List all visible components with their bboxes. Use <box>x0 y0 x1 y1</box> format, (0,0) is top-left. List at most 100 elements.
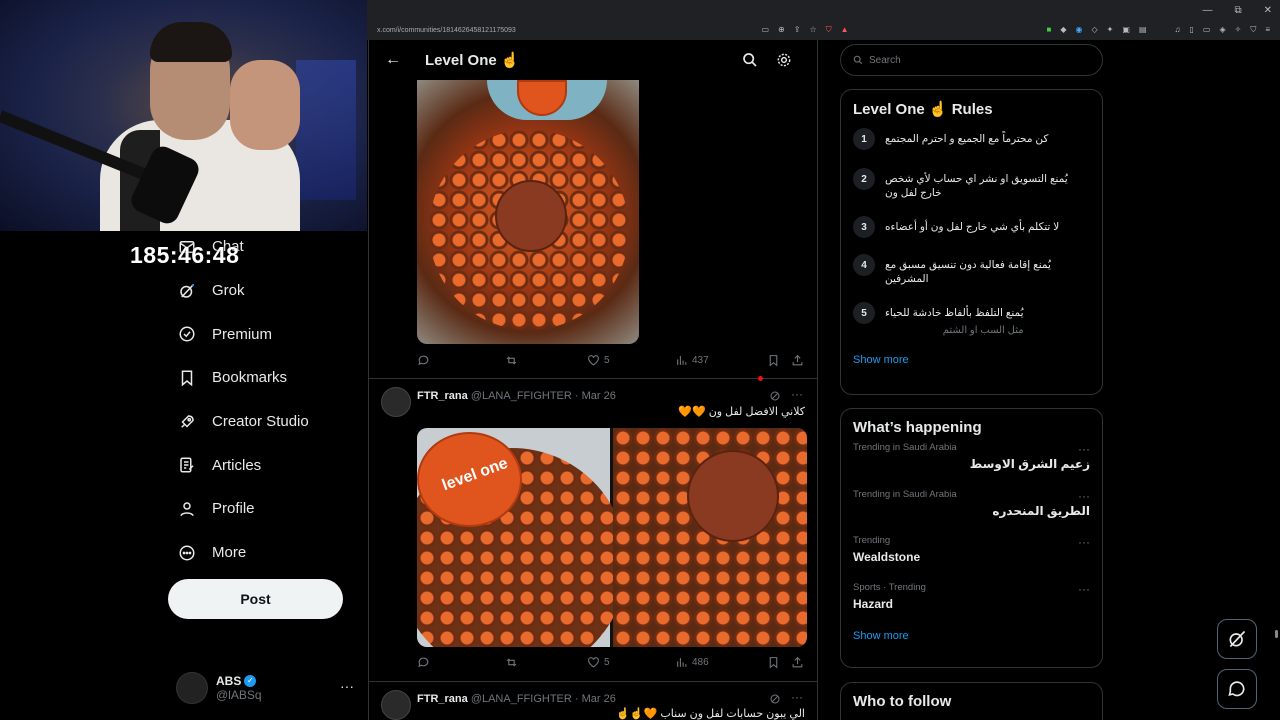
post-more-icon[interactable]: ··· <box>791 690 803 704</box>
extension-icon[interactable]: ◈ <box>1219 25 1225 35</box>
account-more-icon[interactable]: ··· <box>340 678 354 694</box>
author-name[interactable]: FTR_rana <box>417 390 468 402</box>
scrollbar-thumb[interactable] <box>1275 630 1278 638</box>
views-button[interactable]: 437 <box>675 354 767 367</box>
music-icon[interactable]: ♫ <box>1175 25 1181 35</box>
grok-floating-button[interactable] <box>1217 619 1257 659</box>
star-icon[interactable]: ☆ <box>809 25 816 35</box>
trend-more-icon[interactable]: ··· <box>1078 442 1090 456</box>
share-icon[interactable]: ⇪ <box>794 25 801 35</box>
avatar[interactable] <box>381 690 411 720</box>
shield-icon[interactable]: ⛉ <box>826 25 832 35</box>
rule-item[interactable]: 5 يُمنع التلفظ بألفاظ خادشة للحياء مثل ا… <box>841 302 1102 348</box>
nav-grok[interactable]: Grok <box>170 269 360 313</box>
reply-icon[interactable] <box>417 354 505 367</box>
like-button[interactable]: 5 <box>587 656 675 669</box>
extension-icon[interactable]: ◇ <box>1092 25 1098 35</box>
bookmark-icon[interactable] <box>767 354 791 367</box>
messages-floating-button[interactable] <box>1217 669 1257 709</box>
settings-gear-icon[interactable] <box>767 52 801 68</box>
post-image[interactable] <box>613 428 807 647</box>
close-window-button[interactable]: ✕ <box>1264 5 1272 16</box>
rule-item[interactable]: 3 لا تتكلم بأي شي خارج لفل ون أو أعضاءه <box>841 216 1102 254</box>
sidebar-icon[interactable]: ▯ <box>1190 25 1194 35</box>
nav-label: Profile <box>212 500 255 518</box>
post-date[interactable]: · Mar 26 <box>575 693 616 705</box>
post-more-icon[interactable]: ··· <box>791 387 803 401</box>
share-icon[interactable] <box>791 656 804 669</box>
leo-icon[interactable]: ✧ <box>1235 25 1242 35</box>
trend-item[interactable]: Trending in Saudi Arabia الطريق المنحدره… <box>841 489 1102 536</box>
wallet-icon[interactable]: ▭ <box>1203 25 1211 35</box>
trend-more-icon[interactable]: ··· <box>1078 489 1090 503</box>
account-switcher[interactable]: ABS ✓ @lABSq ··· <box>176 668 366 708</box>
post-date[interactable]: · Mar 26 <box>575 390 616 402</box>
nav-premium[interactable]: Premium <box>170 312 360 356</box>
post-actions: 5 486 <box>417 656 807 669</box>
minimize-button[interactable]: — <box>1202 5 1212 16</box>
like-button[interactable]: 5 <box>587 354 675 367</box>
trend-title: Hazard <box>853 596 894 611</box>
search-input[interactable]: Search <box>840 44 1103 76</box>
address-bar[interactable]: x.com/i/communities/1814626458121175093 <box>377 27 516 34</box>
trend-item[interactable]: Sports · Trending Hazard ··· <box>841 582 1102 629</box>
vpn-icon[interactable]: ⛉ <box>1250 25 1256 35</box>
extension-icon[interactable]: ▣ <box>1122 25 1130 35</box>
cast-icon[interactable]: ▭ <box>761 25 769 35</box>
rewards-icon[interactable]: ▲ <box>841 25 849 35</box>
rules-show-more-link[interactable]: Show more <box>841 354 1102 366</box>
reply-icon[interactable] <box>417 656 505 669</box>
trends-show-more-link[interactable]: Show more <box>841 630 1102 642</box>
nav-more[interactable]: More <box>170 531 360 575</box>
nav-creator-studio[interactable]: Creator Studio <box>170 400 360 444</box>
bookmark-icon[interactable] <box>767 656 791 669</box>
author-name[interactable]: FTR_rana <box>417 693 468 705</box>
nav-label: Creator Studio <box>212 413 309 431</box>
more-circle-icon <box>179 545 195 561</box>
extension-icon[interactable]: ◉ <box>1076 25 1083 35</box>
nav-articles[interactable]: Articles <box>170 443 360 487</box>
grok-icon[interactable] <box>769 390 781 402</box>
nav-label: Bookmarks <box>212 369 288 387</box>
nav-profile[interactable]: Profile <box>170 487 360 531</box>
back-arrow-icon[interactable]: ← <box>385 51 425 69</box>
rule-item[interactable]: 2 يُمنع التسويق او نشر اي حساب لأي شخص خ… <box>841 168 1102 216</box>
right-sidebar: Search <box>840 44 1103 76</box>
restore-button[interactable]: ⧉ <box>1234 5 1241 16</box>
trend-item[interactable]: Trending in Saudi Arabia زعيم الشرق الاو… <box>841 442 1102 489</box>
person-icon <box>180 502 194 517</box>
webcam-overlay <box>0 0 367 231</box>
repost-icon[interactable] <box>505 354 587 367</box>
author-handle[interactable]: @LANA_FFIGHTER <box>471 390 572 402</box>
trend-more-icon[interactable]: ··· <box>1078 535 1090 549</box>
stream-timer: 185:46:48 <box>130 242 240 268</box>
trend-context: Trending <box>853 535 891 546</box>
post-image[interactable]: level one <box>417 428 627 647</box>
extension-icon[interactable]: ▤ <box>1139 25 1147 35</box>
trend-more-icon[interactable]: ··· <box>1078 582 1090 596</box>
page-title: Level One ☝️ <box>425 52 520 69</box>
heart-icon <box>588 355 599 366</box>
trend-item[interactable]: Trending Wealdstone ··· <box>841 535 1102 582</box>
menu-icon[interactable]: ≡ <box>1265 25 1270 35</box>
views-button[interactable]: 486 <box>675 656 767 669</box>
author-handle[interactable]: @LANA_FFIGHTER <box>471 693 572 705</box>
avatar[interactable] <box>381 387 411 417</box>
rule-item[interactable]: 1 كن محترماً مع الجميع و احترم المجتمع <box>841 128 1102 168</box>
share-icon[interactable] <box>791 354 804 367</box>
post-button[interactable]: Post <box>168 579 343 619</box>
repost-icon[interactable] <box>505 656 587 669</box>
search-icon[interactable] <box>733 52 767 68</box>
rule-item[interactable]: 4 يُمنع إقامة فعالية دون تنسيق مسبق مع ا… <box>841 254 1102 302</box>
extension-icon[interactable]: ■ <box>1047 25 1052 35</box>
rule-subtext: مثل السب او الشتم <box>942 325 1024 336</box>
nav-label: Articles <box>212 456 262 474</box>
community-rules-panel: Level One ☝️ Rules 1 كن محترماً مع الجمي… <box>840 89 1103 395</box>
post-image[interactable] <box>417 80 639 344</box>
zoom-icon[interactable]: ⊕ <box>778 25 785 35</box>
puzzle-icon[interactable]: ✦ <box>1107 25 1114 35</box>
nav-bookmarks[interactable]: Bookmarks <box>170 356 360 400</box>
grok-icon[interactable] <box>769 693 781 705</box>
view-count: 486 <box>692 657 709 668</box>
extension-icon[interactable]: ◆ <box>1060 25 1066 35</box>
